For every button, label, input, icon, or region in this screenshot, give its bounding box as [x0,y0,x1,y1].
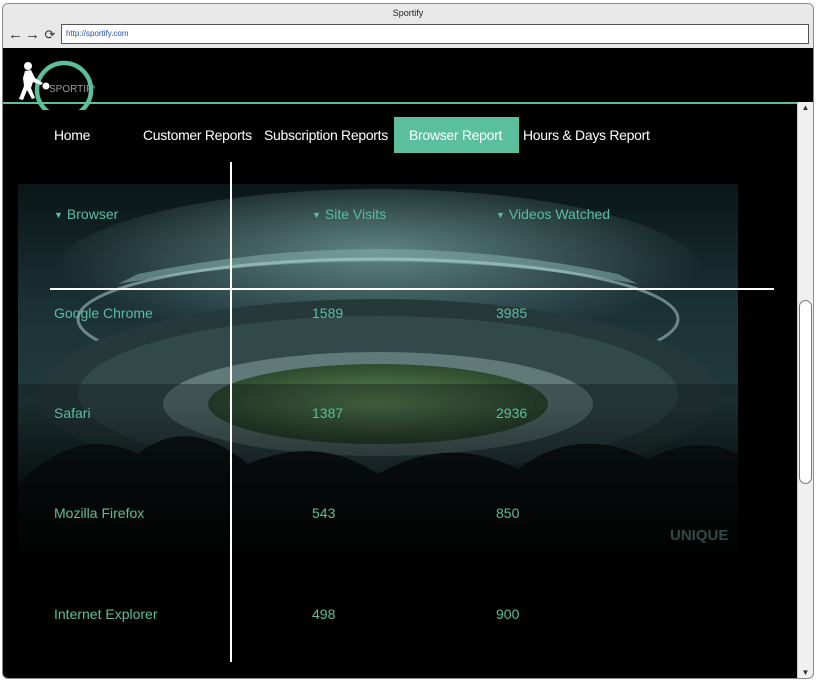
window-title: Sportify [392,8,424,18]
forward-arrow-icon[interactable]: → [25,26,40,44]
cell-browser: Safari [54,405,91,421]
page-content: SPORTIFY UNIQUE Home Customer Reports Su… [3,48,813,678]
back-arrow-icon[interactable]: ← [8,26,23,44]
cell-browser: Google Chrome [54,305,153,321]
vertical-scrollbar[interactable]: ▲ ▼ [797,102,813,678]
cell-browser: Internet Explorer [54,606,158,622]
stadium-background-image: UNIQUE [18,184,738,552]
watermark-text: UNIQUE [670,527,728,544]
scrollbar-thumb[interactable] [799,300,812,484]
header-videos-watched[interactable]: ▼ Videos Watched [496,206,610,222]
table-column-divider [230,162,232,662]
header-divider [3,102,813,104]
address-bar[interactable]: http://sportify.com [61,24,809,44]
cell-site-visits: 543 [312,505,336,521]
cell-videos-watched: 850 [496,505,520,521]
cell-videos-watched: 2936 [496,405,528,421]
reload-icon[interactable]: ⟳ [43,26,57,44]
caret-down-icon: ▼ [496,210,505,220]
nav-hours-days-report[interactable]: Hours & Days Report [523,117,650,153]
scroll-down-icon[interactable]: ▼ [800,668,811,678]
nav-home[interactable]: Home [54,117,90,153]
site-header: SPORTIFY [3,48,813,110]
cell-site-visits: 1589 [312,305,344,321]
nav-browser-report[interactable]: Browser Report [394,117,519,153]
logo-text: SPORTIFY [49,84,95,95]
caret-down-icon: ▼ [54,210,63,220]
nav-customer-reports[interactable]: Customer Reports [143,117,252,153]
cell-videos-watched: 900 [496,606,520,622]
caret-down-icon: ▼ [312,210,321,220]
cell-videos-watched: 3985 [496,305,528,321]
nav-subscription-reports[interactable]: Subscription Reports [264,117,388,153]
table-header-divider [50,288,774,290]
scroll-up-icon[interactable]: ▲ [800,103,811,113]
header-site-visits[interactable]: ▼ Site Visits [312,206,386,222]
header-browser[interactable]: ▼ Browser [54,206,118,222]
browser-window: Sportify ← → ⟳ http://sportify.com SPORT… [2,3,814,679]
cell-site-visits: 498 [312,606,336,622]
cell-site-visits: 1387 [312,405,344,421]
cell-browser: Mozilla Firefox [54,505,145,521]
